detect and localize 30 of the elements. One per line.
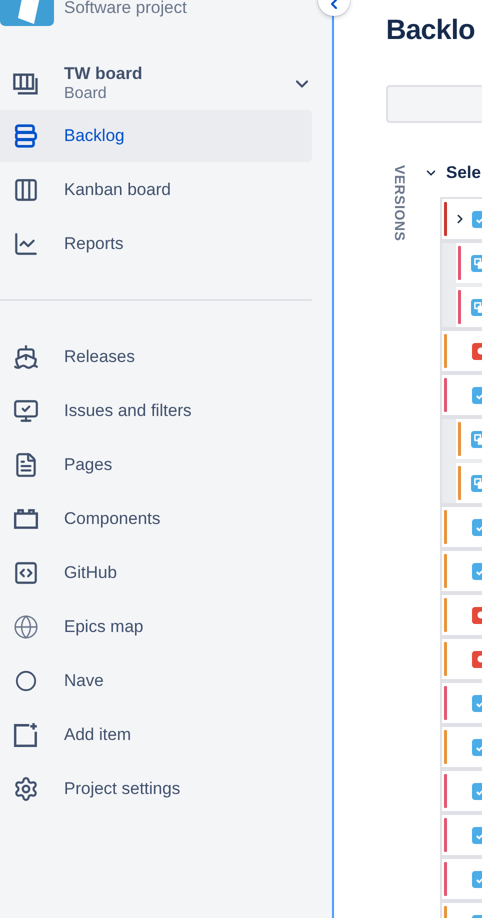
nav-item[interactable]: Pages	[0, 439, 312, 491]
nav-item[interactable]: Releases	[0, 331, 312, 383]
nav-item[interactable]: Reports	[0, 218, 312, 270]
nav-item[interactable]: GitHub	[0, 547, 312, 599]
settings-icon	[13, 776, 39, 802]
nav-item[interactable]: Issues and filters	[0, 385, 312, 437]
nav-item[interactable]: Add item	[0, 709, 312, 761]
components-icon	[13, 506, 39, 532]
page-title: Backlo	[386, 13, 475, 47]
nav-item[interactable]: Backlog	[0, 110, 312, 162]
nav-item[interactable]: Kanban board	[0, 164, 312, 216]
section-title: Sele	[446, 163, 481, 183]
project-type: Software project	[64, 0, 187, 16]
code-icon	[13, 560, 39, 586]
chart-icon	[13, 231, 39, 257]
board-subtitle: Board	[64, 84, 108, 104]
nav-item[interactable]: Project settings	[0, 763, 312, 815]
globe-icon	[13, 614, 39, 640]
ship-icon	[13, 344, 39, 370]
stack-icon	[13, 123, 39, 149]
board-title: TW board	[64, 64, 144, 84]
nav-item[interactable]: Nave	[0, 655, 312, 707]
versions-panel-label[interactable]: VERSIONS	[392, 165, 408, 242]
nav-item[interactable]: Epics map	[0, 601, 312, 653]
board-switcher[interactable]: TW board Board	[0, 62, 332, 106]
nav-item[interactable]: Components	[0, 493, 312, 545]
circle-icon	[15, 670, 37, 692]
columns-icon	[13, 177, 39, 203]
monitor-check-icon	[13, 398, 39, 424]
add-item-icon	[13, 722, 39, 748]
